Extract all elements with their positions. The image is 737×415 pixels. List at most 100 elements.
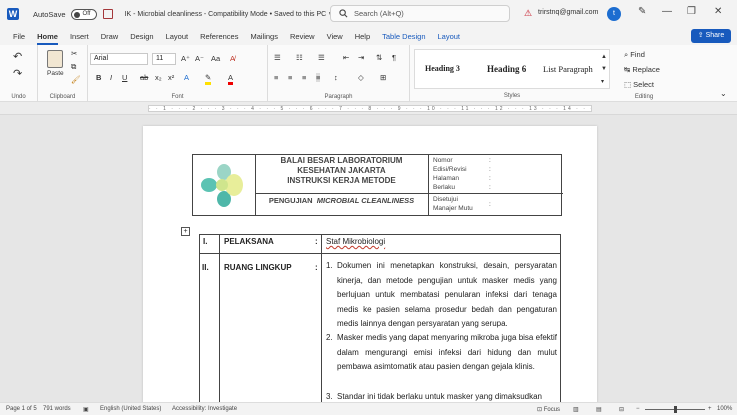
zoom-in-icon[interactable]: + <box>708 406 712 412</box>
zoom-level[interactable]: 100% <box>717 406 732 412</box>
font-name-select[interactable]: Arial <box>90 53 148 65</box>
autosave-label: AutoSave <box>33 9 66 19</box>
search-icon <box>339 9 348 18</box>
search-input[interactable]: Search (Alt+Q) <box>330 5 510 22</box>
select-button[interactable]: ⬚ Select <box>624 80 654 89</box>
print-layout-icon[interactable]: ▤ <box>596 406 602 413</box>
numbering-icon[interactable]: ☷ <box>296 53 303 62</box>
styles-scroll-down-icon[interactable]: ▼ <box>601 66 607 72</box>
styles-scroll-up-icon[interactable]: ▲ <box>601 54 607 60</box>
document-title[interactable]: IK - Microbial cleanliness - Compatibili… <box>125 10 334 18</box>
paste-icon[interactable] <box>47 50 63 68</box>
tab-file[interactable]: File <box>13 32 25 41</box>
sort-icon[interactable]: ⇅ <box>376 53 382 62</box>
tab-design[interactable]: Design <box>130 32 153 41</box>
meta-colon: : <box>489 201 491 208</box>
cut-icon[interactable]: ✂ <box>71 49 77 58</box>
highlight-icon[interactable]: ✎ <box>205 73 212 85</box>
strikethrough-icon[interactable]: ab <box>140 73 148 82</box>
read-mode-icon[interactable]: ▥ <box>573 406 579 413</box>
bold-icon[interactable]: B <box>96 73 101 82</box>
collapse-ribbon-icon[interactable]: ⌄ <box>720 89 727 98</box>
web-layout-icon[interactable]: ⊟ <box>619 406 624 413</box>
language[interactable]: English (United States) <box>100 406 161 412</box>
underline-icon[interactable]: U <box>122 73 127 82</box>
meta-label: Edisi/Revisi <box>433 166 467 173</box>
table-move-handle-icon[interactable]: + <box>181 227 190 236</box>
document-page[interactable]: BALAI BESAR LABORATORIUM KESEHATAN JAKAR… <box>143 126 597 415</box>
meta-colon: : <box>489 184 491 191</box>
horizontal-ruler[interactable]: · · 1 · · · 2 · · · 3 · · · 4 · · · 5 · … <box>0 102 737 115</box>
style-list-paragraph[interactable]: List Paragraph <box>543 64 593 74</box>
increase-indent-icon[interactable]: ⇥ <box>358 53 364 62</box>
tab-home[interactable]: Home <box>37 32 58 45</box>
warning-icon[interactable]: ⚠ <box>524 8 532 19</box>
font-size-select[interactable]: 11 <box>152 53 176 65</box>
align-left-icon[interactable]: ≡ <box>274 73 278 82</box>
focus-mode[interactable]: ⊡ Focus <box>537 406 560 413</box>
minimize-icon[interactable]: — <box>662 6 672 17</box>
accessibility-status[interactable]: Accessibility: Investigate <box>172 406 237 412</box>
word-count[interactable]: 791 words <box>43 406 71 412</box>
italic-icon[interactable]: I <box>110 73 112 82</box>
close-icon[interactable]: ✕ <box>714 6 722 17</box>
align-right-icon[interactable]: ≡ <box>302 73 306 82</box>
search-placeholder: Search (Alt+Q) <box>354 9 404 18</box>
grow-font-icon[interactable]: A⁺ <box>181 54 190 63</box>
shrink-font-icon[interactable]: A⁻ <box>195 54 204 63</box>
kemenkes-logo <box>201 164 243 207</box>
line-spacing-icon[interactable]: ↕ <box>334 73 338 82</box>
copy-icon[interactable]: ⧉ <box>71 62 76 72</box>
tab-draw[interactable]: Draw <box>101 32 119 41</box>
tab-layout[interactable]: Layout <box>166 32 189 41</box>
zoom-out-icon[interactable]: − <box>636 406 640 412</box>
meta-colon: : <box>489 157 491 164</box>
page-count[interactable]: Page 1 of 5 <box>6 406 37 412</box>
change-case-icon[interactable]: Aa <box>211 54 220 63</box>
clear-format-icon[interactable]: A̸ <box>230 54 235 63</box>
format-painter-icon[interactable]: 🖌 <box>71 75 81 84</box>
shading-icon[interactable]: ◇ <box>358 73 364 82</box>
autosave-toggle[interactable]: Off <box>70 8 97 20</box>
save-icon[interactable] <box>102 9 113 19</box>
multilevel-list-icon[interactable]: ☰ <box>318 53 325 62</box>
tab-view[interactable]: View <box>327 32 343 41</box>
tab-table-design[interactable]: Table Design <box>382 32 425 41</box>
redo-icon[interactable]: ↷ <box>13 67 22 80</box>
tab-insert[interactable]: Insert <box>70 32 89 41</box>
user-email[interactable]: trirstnq@gmail.com <box>538 9 598 16</box>
tab-mailings[interactable]: Mailings <box>250 32 278 41</box>
method-italic: MICROBIAL CLEANLINESS <box>316 196 415 205</box>
find-button[interactable]: ⌕ Find <box>624 50 645 60</box>
bullets-icon[interactable]: ☰ <box>274 53 281 62</box>
borders-icon[interactable]: ⊞ <box>380 73 386 82</box>
tab-table-layout[interactable]: Layout <box>438 32 461 41</box>
avatar[interactable]: t <box>607 7 621 21</box>
align-center-icon[interactable]: ≡ <box>288 73 292 82</box>
undo-icon[interactable]: ↶ <box>13 50 22 63</box>
share-button[interactable]: ⇪ Share <box>691 29 731 43</box>
zoom-slider-handle[interactable] <box>674 406 677 413</box>
text-effects-icon[interactable]: A <box>184 73 189 82</box>
show-marks-icon[interactable]: ¶ <box>392 53 396 62</box>
decrease-indent-icon[interactable]: ⇤ <box>343 53 349 62</box>
tab-references[interactable]: References <box>200 32 238 41</box>
styles-more-icon[interactable]: ▾ <box>601 78 604 85</box>
tab-review[interactable]: Review <box>290 32 315 41</box>
subscript-icon[interactable]: x₂ <box>155 73 162 82</box>
style-heading-6[interactable]: Heading 6 <box>487 64 526 74</box>
list-item: Dokumen ini menetapkan konstruksi, desai… <box>337 261 557 328</box>
paragraph-group-label: Paragraph <box>324 94 353 100</box>
justify-icon[interactable]: ≡ <box>316 73 321 82</box>
maximize-icon[interactable]: ❐ <box>687 6 696 17</box>
paste-label[interactable]: Paste <box>47 70 64 77</box>
superscript-icon[interactable]: x² <box>168 73 174 82</box>
row-number: I. <box>203 237 208 246</box>
font-color-icon[interactable]: A <box>228 73 234 85</box>
style-heading-3[interactable]: Heading 3 <box>425 64 460 73</box>
pen-icon[interactable]: ✎ <box>638 6 646 17</box>
proofing-icon[interactable]: ▣ <box>83 406 89 413</box>
tab-help[interactable]: Help <box>355 32 370 41</box>
meta-colon: : <box>489 166 491 173</box>
replace-button[interactable]: ↹ Replace <box>624 65 660 74</box>
